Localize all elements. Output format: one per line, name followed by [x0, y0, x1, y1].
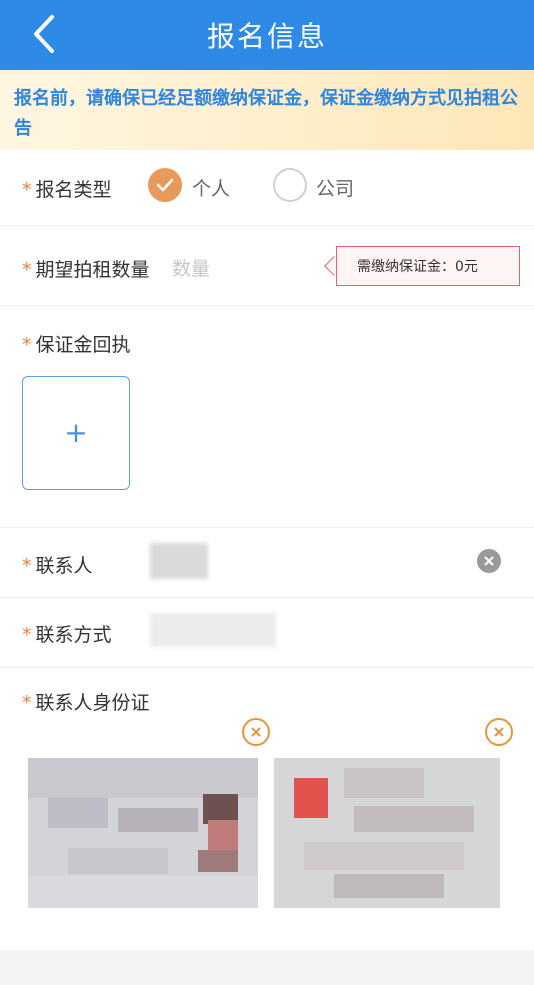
page-title: 报名信息 — [206, 20, 327, 53]
remove-id-front-button[interactable] — [242, 718, 270, 746]
required-star: * — [22, 179, 32, 201]
plus-icon: + — [64, 416, 88, 449]
radio-company[interactable] — [273, 168, 307, 202]
id-card-back-image[interactable] — [274, 758, 500, 908]
quantity-label: * 期望拍租数量 — [22, 259, 150, 281]
registration-type-label: * 报名类型 — [22, 179, 112, 201]
deposit-notice: 报名前，请确保已经足额缴纳保证金，保证金缴纳方式见拍租公告 — [0, 70, 534, 150]
contact-label: * 联系人 — [22, 555, 93, 577]
bottom-bar — [0, 950, 534, 985]
required-star: * — [22, 624, 32, 646]
close-icon — [251, 727, 261, 737]
required-star: * — [22, 692, 32, 714]
radio-company-label[interactable]: 公司 — [316, 174, 354, 201]
close-icon — [484, 556, 494, 566]
radio-individual-label[interactable]: 个人 — [192, 174, 230, 201]
check-icon — [156, 178, 174, 192]
radio-individual[interactable] — [148, 168, 182, 202]
close-icon — [494, 727, 504, 737]
required-star: * — [22, 259, 32, 281]
remove-id-back-button[interactable] — [485, 718, 513, 746]
chevron-left-icon — [34, 15, 54, 53]
id-card-label: * 联系人身份证 — [22, 692, 150, 714]
clear-input-button[interactable] — [477, 549, 501, 573]
phone-label: * 联系方式 — [22, 624, 112, 646]
contact-name-input[interactable] — [150, 543, 208, 579]
required-star: * — [22, 334, 32, 356]
app-header: 报名信息 — [0, 0, 534, 70]
back-button[interactable] — [22, 12, 66, 56]
receipt-upload-button[interactable]: + — [22, 376, 130, 490]
required-star: * — [22, 555, 32, 577]
phone-input[interactable] — [150, 613, 276, 647]
quantity-input[interactable] — [170, 253, 324, 285]
deposit-amount-tooltip: 需缴纳保证金：0元 — [336, 246, 520, 286]
id-card-front-image[interactable] — [28, 758, 258, 908]
receipt-label: * 保证金回执 — [22, 334, 131, 356]
